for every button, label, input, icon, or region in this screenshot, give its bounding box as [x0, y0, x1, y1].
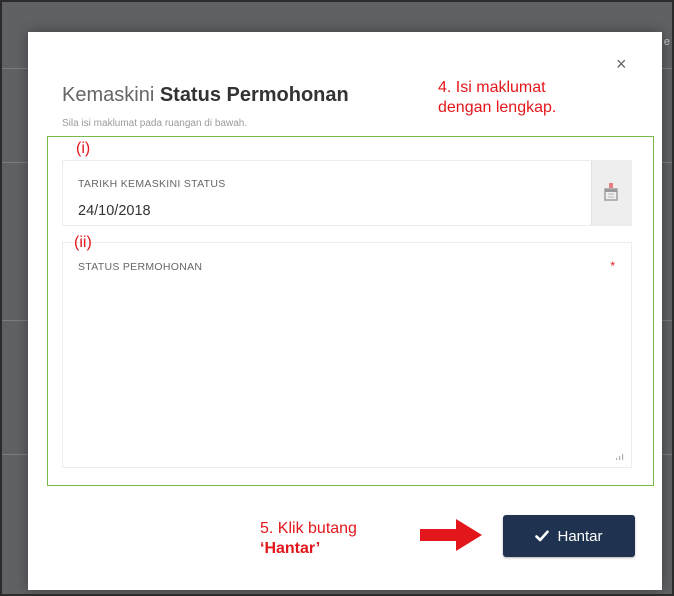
- date-field-label: TARIKH KEMASKINI STATUS: [78, 178, 226, 190]
- screenshot-frame: e × Kemaskini Status Permohonan Sila isi…: [0, 0, 674, 596]
- annotation-step-5: 5. Klik butang ‘Hantar’: [260, 519, 357, 559]
- background-text-fragment: e: [663, 36, 670, 48]
- update-status-modal: × Kemaskini Status Permohonan Sila isi m…: [28, 32, 662, 590]
- status-textarea[interactable]: [73, 283, 625, 465]
- annotation-marker-i: (i): [76, 140, 91, 157]
- annotation-step-4-line-2: dengan lengkap.: [438, 99, 557, 116]
- annotation-step-4: 4. Isi maklumat dengan lengkap.: [438, 78, 556, 118]
- status-field-label: STATUS PERMOHONAN: [78, 261, 203, 273]
- submit-button-label: Hantar: [557, 527, 603, 545]
- annotation-step-5-line-2: ‘Hantar’: [260, 540, 321, 557]
- arrow-right-icon: [420, 519, 482, 551]
- date-field-value[interactable]: 24/10/2018: [78, 203, 151, 219]
- annotation-marker-ii: (ii): [74, 234, 92, 251]
- required-indicator: *: [610, 259, 615, 273]
- date-field[interactable]: TARIKH KEMASKINI STATUS 24/10/2018: [62, 160, 632, 226]
- modal-title-prefix: Kemaskini: [62, 84, 160, 106]
- modal-title: Kemaskini Status Permohonan: [62, 84, 349, 107]
- resize-handle-icon[interactable]: [615, 451, 625, 461]
- modal-subtitle: Sila isi maklumat pada ruangan di bawah.: [62, 118, 248, 129]
- check-icon: [535, 530, 550, 542]
- annotation-step-5-line-1: 5. Klik butang: [260, 520, 357, 537]
- status-field: STATUS PERMOHONAN *: [62, 242, 632, 468]
- submit-button[interactable]: Hantar: [503, 515, 635, 557]
- modal-title-emphasis: Status Permohonan: [159, 84, 349, 106]
- calendar-icon: [604, 183, 618, 201]
- calendar-button[interactable]: [591, 161, 631, 225]
- close-icon[interactable]: ×: [616, 54, 627, 74]
- annotation-step-4-line-1: 4. Isi maklumat: [438, 79, 546, 96]
